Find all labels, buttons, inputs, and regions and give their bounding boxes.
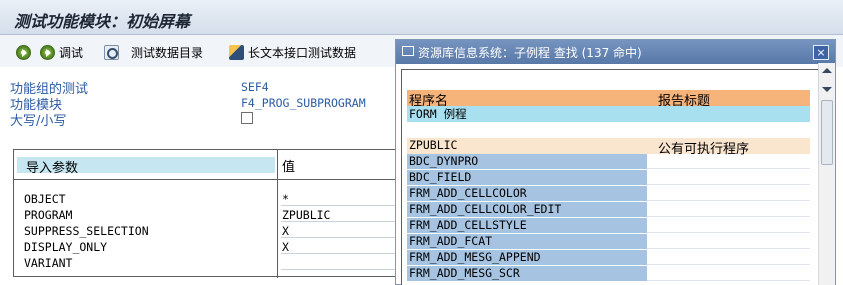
close-button[interactable]: × — [813, 45, 829, 60]
param-name: DISPLAY_ONLY — [24, 240, 108, 254]
long-text-test-data-button[interactable]: 长文本接口测试数据 — [229, 42, 356, 62]
close-icon: × — [816, 46, 826, 59]
test-data-label: 测试数据目录 — [131, 45, 204, 60]
case-sensitive-checkbox[interactable] — [241, 112, 253, 124]
long-text-label: 长文本接口测试数据 — [248, 45, 357, 60]
dialog-title: 资源库信息系统：子例程 查找 (137 命中) — [418, 46, 642, 60]
dialog-title-bar: 资源库信息系统：子例程 查找 (137 命中) × — [396, 40, 835, 64]
case-sensitive-label: 大写/小写 — [10, 114, 67, 129]
list-item[interactable]: FRM_ADD_CELLCOLOR — [407, 186, 810, 202]
param-name: VARIANT — [24, 256, 73, 270]
list-item[interactable]: BDC_DYNPRO — [407, 154, 810, 170]
form-name: FRM_ADD_CELLSTYLE — [409, 218, 527, 232]
scroll-thumb[interactable] — [821, 100, 833, 165]
param-value-input[interactable]: X — [281, 240, 397, 254]
table-row: DISPLAY_ONLY X — [14, 239, 397, 255]
param-name: SUPPRESS_SELECTION — [24, 224, 149, 238]
list-item[interactable]: FRM_ADD_CELLCOLOR_EDIT — [407, 202, 810, 218]
header-divider — [14, 179, 397, 180]
list-item[interactable]: FRM_ADD_MESG_APPEND — [407, 250, 810, 266]
list-item[interactable]: FRM_ADD_FCAT — [407, 234, 810, 250]
param-name: PROGRAM — [24, 208, 73, 222]
param-value-input[interactable]: X — [281, 224, 397, 238]
list-item[interactable]: FRM_ADD_MESG_SCR — [407, 266, 810, 282]
param-value-input[interactable]: * — [281, 192, 397, 206]
list-item[interactable]: BDC_FIELD — [407, 170, 810, 186]
table-row: OBJECT * — [14, 191, 397, 207]
form-name: BDC_DYNPRO — [409, 154, 479, 168]
table-row: SUPPRESS_SELECTION X — [14, 223, 397, 239]
execute-icon — [16, 44, 31, 60]
screen-title: 测试功能模块：初始屏幕 — [14, 12, 191, 31]
debug-label: 调试 — [59, 45, 84, 60]
execute-button[interactable] — [16, 42, 31, 62]
param-name-header: 导入参数 — [17, 157, 275, 176]
scroll-down-icon[interactable] — [822, 87, 832, 92]
function-group-value: SEF4 — [241, 80, 269, 94]
list-header: 程序名 报告标题 — [407, 90, 810, 109]
param-value-input[interactable] — [281, 256, 397, 270]
form-name: FRM_ADD_MESG_SCR — [409, 266, 520, 280]
subroutine-search-dialog: 资源库信息系统：子例程 查找 (137 命中) × 程序名 报告标题 FORM … — [395, 39, 836, 285]
form-routine-row: FORM 例程 — [407, 106, 810, 122]
table-row: VARIANT — [14, 255, 397, 271]
list-item[interactable]: FRM_ADD_CELLSTYLE — [407, 218, 810, 234]
program-name: ZPUBLIC — [409, 138, 458, 152]
result-list: 程序名 报告标题 FORM 例程 ZPUBLIC 公有可执行程序 BDC_DYN… — [401, 69, 821, 285]
table-row: PROGRAM ZPUBLIC — [14, 207, 397, 223]
param-value-header: 值 — [282, 160, 296, 175]
title-bar: 测试功能模块：初始屏幕 — [0, 0, 843, 35]
form-name: FRM_ADD_CELLCOLOR_EDIT — [409, 202, 562, 216]
program-row[interactable]: ZPUBLIC 公有可执行程序 — [407, 138, 810, 157]
param-value-input[interactable]: ZPUBLIC — [281, 208, 397, 222]
vertical-scrollbar[interactable] — [818, 63, 835, 285]
long-text-icon — [229, 44, 244, 60]
form-name: FRM_ADD_CELLCOLOR — [409, 186, 527, 200]
debug-icon — [40, 44, 55, 60]
form-name: BDC_FIELD — [409, 170, 472, 184]
window-icon — [402, 46, 414, 56]
import-parameters-table: 导入参数 值 OBJECT * PROGRAM ZPUBLIC SUPPRESS… — [13, 149, 397, 278]
param-name: OBJECT — [24, 192, 66, 206]
function-module-value: F4_PROG_SUBPROGRAM — [241, 96, 366, 110]
debug-button[interactable]: 调试 — [40, 42, 83, 62]
scroll-up-icon[interactable] — [822, 68, 832, 73]
form-name: FRM_ADD_FCAT — [409, 234, 493, 248]
test-data-directory-button[interactable]: 测试数据目录 — [104, 42, 203, 62]
test-data-icon — [104, 44, 119, 60]
form-name: FRM_ADD_MESG_APPEND — [409, 250, 541, 264]
